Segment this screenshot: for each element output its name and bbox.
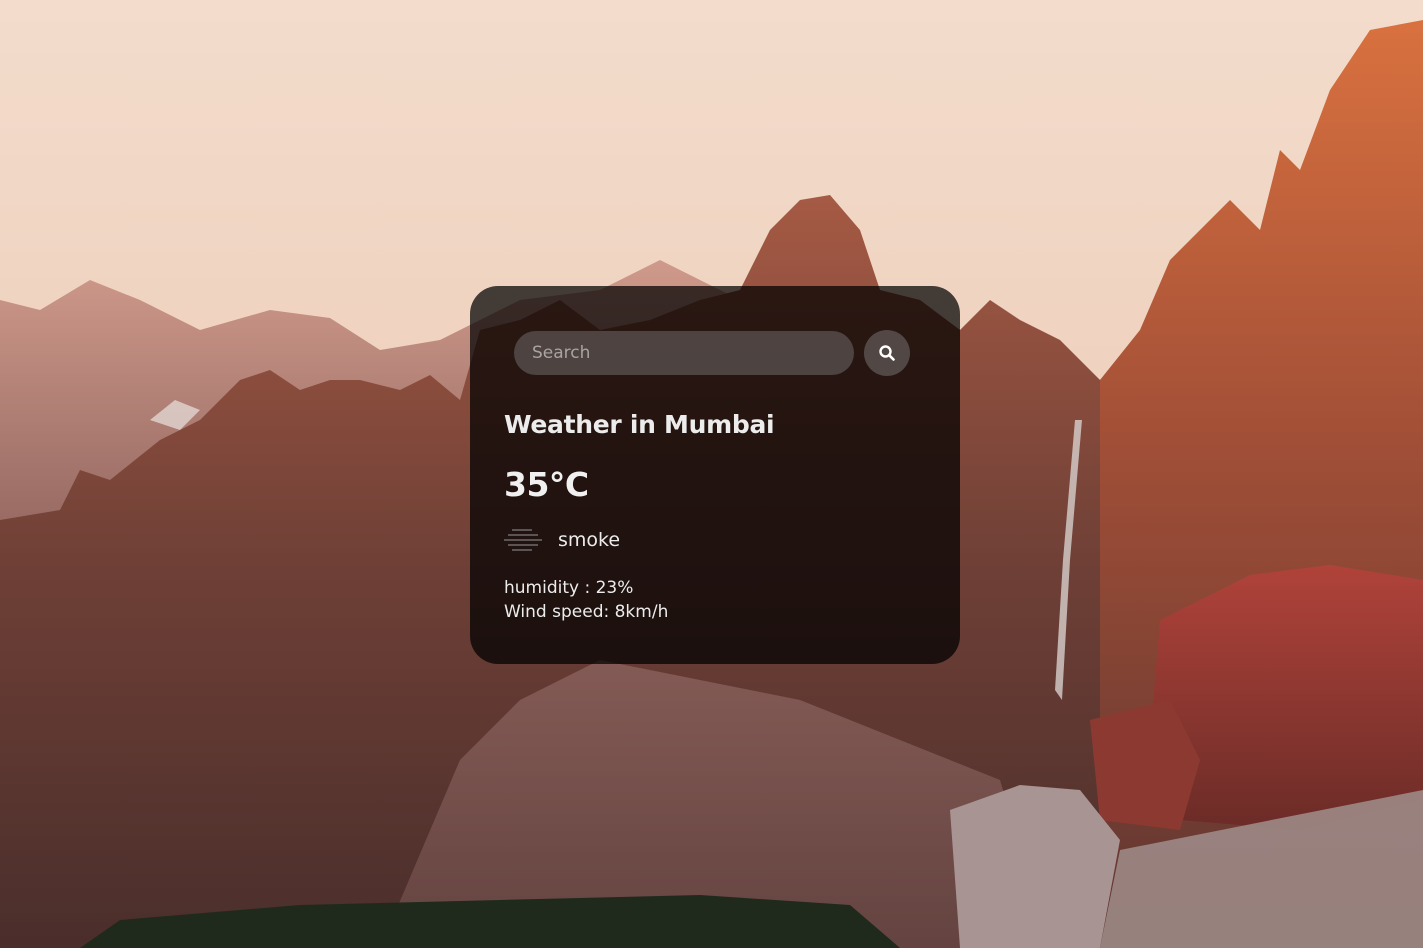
- weather-description: smoke: [558, 529, 621, 551]
- wind-speed-value: Wind speed: 8km/h: [504, 602, 669, 622]
- search-input[interactable]: [514, 331, 854, 375]
- search-button[interactable]: [864, 330, 910, 376]
- weather-card: Weather in Mumbai 35°C smoke humidity : …: [470, 286, 960, 664]
- humidity-value: humidity : 23%: [504, 578, 634, 598]
- search-bar: [514, 330, 926, 376]
- smoke-icon: [504, 529, 542, 551]
- search-icon: [879, 345, 895, 361]
- city-title: Weather in Mumbai: [504, 410, 775, 439]
- app-window: Weather in Mumbai 35°C smoke humidity : …: [0, 0, 1423, 948]
- temperature-value: 35°C: [504, 465, 589, 504]
- condition-row: smoke: [504, 526, 926, 554]
